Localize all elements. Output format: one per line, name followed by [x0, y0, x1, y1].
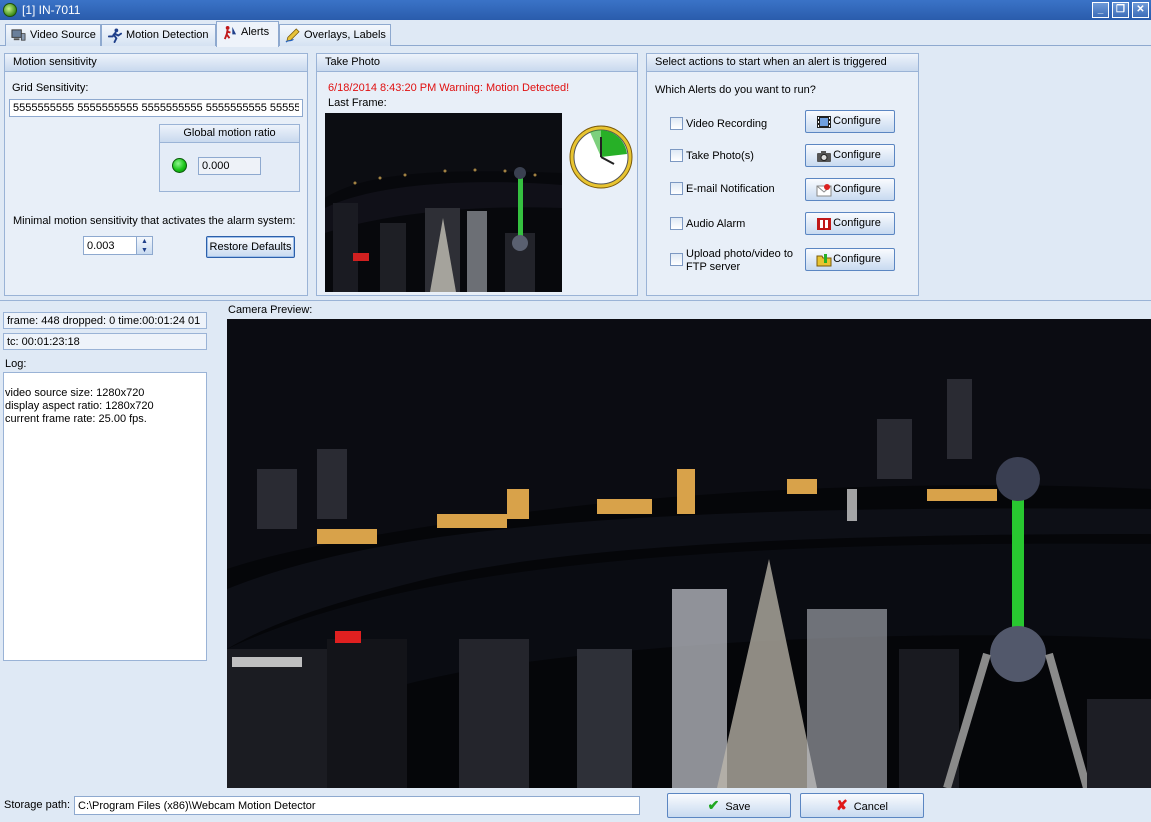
email-notification-checkbox[interactable] [670, 182, 683, 195]
audio-alarm-checkbox[interactable] [670, 217, 683, 230]
film-icon [817, 116, 831, 128]
camera-preview-label: Camera Preview: [228, 304, 313, 316]
cancel-button[interactable]: ✘ Cancel [800, 793, 924, 818]
spinner-down-icon[interactable]: ▼ [137, 246, 152, 255]
frame-status: frame: 448 dropped: 0 time:00:01:24 01 [3, 312, 207, 329]
pencil-icon [285, 28, 300, 43]
cross-icon: ✘ [836, 797, 848, 813]
log-line: display aspect ratio: 1280x720 [5, 400, 154, 412]
spinner-up-icon[interactable]: ▲ [137, 237, 152, 246]
restore-defaults-button[interactable]: Restore Defaults [206, 236, 295, 258]
email-notification-label: E-mail Notification [686, 183, 775, 195]
configure-label: Configure [833, 115, 881, 127]
minimal-sensitivity-label: Minimal motion sensitivity that activate… [13, 215, 296, 227]
configure-audio-alarm-button[interactable]: Configure [805, 212, 895, 235]
storage-path-label: Storage path: [4, 799, 71, 811]
tab-label: Overlays, Labels [304, 29, 386, 41]
log-label: Log: [5, 358, 27, 370]
ftp-upload-checkbox[interactable] [670, 253, 683, 266]
log-line: video source size: 1280x720 [5, 387, 145, 399]
configure-video-recording-button[interactable]: Configure [805, 110, 895, 133]
close-button[interactable]: ✕ [1132, 2, 1149, 18]
running-man-icon [107, 28, 122, 43]
configure-email-button[interactable]: Configure [805, 178, 895, 201]
log-box[interactable]: video source size: 1280x720 display aspe… [3, 372, 207, 661]
ftp-folder-icon [816, 254, 832, 267]
take-photos-checkbox[interactable] [670, 149, 683, 162]
grid-sensitivity-input[interactable] [9, 99, 303, 117]
take-photos-label: Take Photo(s) [686, 150, 754, 162]
tab-label: Alerts [241, 26, 270, 38]
ftp-upload-label: Upload photo/video to FTP server [686, 248, 794, 273]
configure-label: Configure [833, 149, 881, 161]
alert-icon [223, 25, 237, 40]
minimize-button[interactable]: _ [1092, 2, 1109, 18]
tab-bar: Video Source Motion Detection Alerts Ove… [0, 20, 1151, 47]
title-bar: [1] IN-7011 _ ❐ ✕ [0, 0, 1151, 20]
speaker-icon [817, 218, 831, 230]
last-frame-thumbnail [325, 113, 562, 292]
take-photo-group: Take Photo 6/18/2014 8:43:20 PM Warning:… [316, 53, 638, 296]
radar-clock-icon [569, 125, 633, 189]
video-recording-checkbox[interactable] [670, 117, 683, 130]
tab-alerts[interactable]: Alerts [216, 21, 279, 47]
configure-take-photos-button[interactable]: Configure [805, 144, 895, 167]
envelope-icon [816, 184, 832, 197]
maximize-button[interactable]: ❐ [1112, 2, 1129, 18]
alerts-question-label: Which Alerts do you want to run? [655, 84, 816, 96]
tab-label: Video Source [30, 29, 96, 41]
global-motion-ratio-field [198, 157, 261, 175]
group-header: Motion sensitivity [5, 54, 307, 72]
group-header: Select actions to start when an alert is… [647, 54, 918, 72]
window-title: [1] IN-7011 [22, 3, 81, 17]
app-icon [3, 3, 17, 17]
motion-sensitivity-group: Motion sensitivity Grid Sensitivity: Glo… [4, 53, 308, 296]
configure-label: Configure [833, 217, 881, 229]
save-label: Save [725, 801, 751, 813]
section-divider [0, 300, 1151, 301]
video-recording-label: Video Recording [686, 118, 768, 130]
group-header: Take Photo [317, 54, 637, 72]
grid-sensitivity-label: Grid Sensitivity: [12, 82, 89, 94]
configure-label: Configure [833, 183, 881, 195]
audio-alarm-label: Audio Alarm [686, 218, 746, 230]
configure-label: Configure [833, 253, 881, 265]
log-line: current frame rate: 25.00 fps. [5, 413, 147, 425]
cancel-label: Cancel [853, 801, 888, 813]
global-motion-ratio-group: Global motion ratio [159, 124, 300, 192]
camera-preview-image [227, 319, 1151, 788]
tab-label: Motion Detection [126, 29, 209, 41]
group-header: Global motion ratio [160, 125, 299, 143]
timecode-status: tc: 00:01:23:18 [3, 333, 207, 350]
save-button[interactable]: ✔ Save [667, 793, 791, 818]
configure-ftp-button[interactable]: Configure [805, 248, 895, 271]
checkmark-icon: ✔ [707, 797, 720, 813]
sensitivity-spinner[interactable]: ▲ ▼ [136, 236, 153, 255]
tab-video-source[interactable]: Video Source [5, 24, 101, 46]
minimal-sensitivity-input[interactable] [83, 236, 137, 255]
motion-warning-text: 6/18/2014 8:43:20 PM Warning: Motion Det… [328, 82, 570, 94]
last-frame-label: Last Frame: [328, 97, 387, 109]
tab-overlays-labels[interactable]: Overlays, Labels [279, 24, 391, 46]
motion-indicator-led [172, 158, 187, 173]
camera-icon [817, 151, 831, 162]
alert-actions-group: Select actions to start when an alert is… [646, 53, 919, 296]
storage-path-input[interactable] [74, 796, 640, 815]
monitor-icon [11, 29, 26, 41]
tab-motion-detection[interactable]: Motion Detection [101, 24, 216, 46]
